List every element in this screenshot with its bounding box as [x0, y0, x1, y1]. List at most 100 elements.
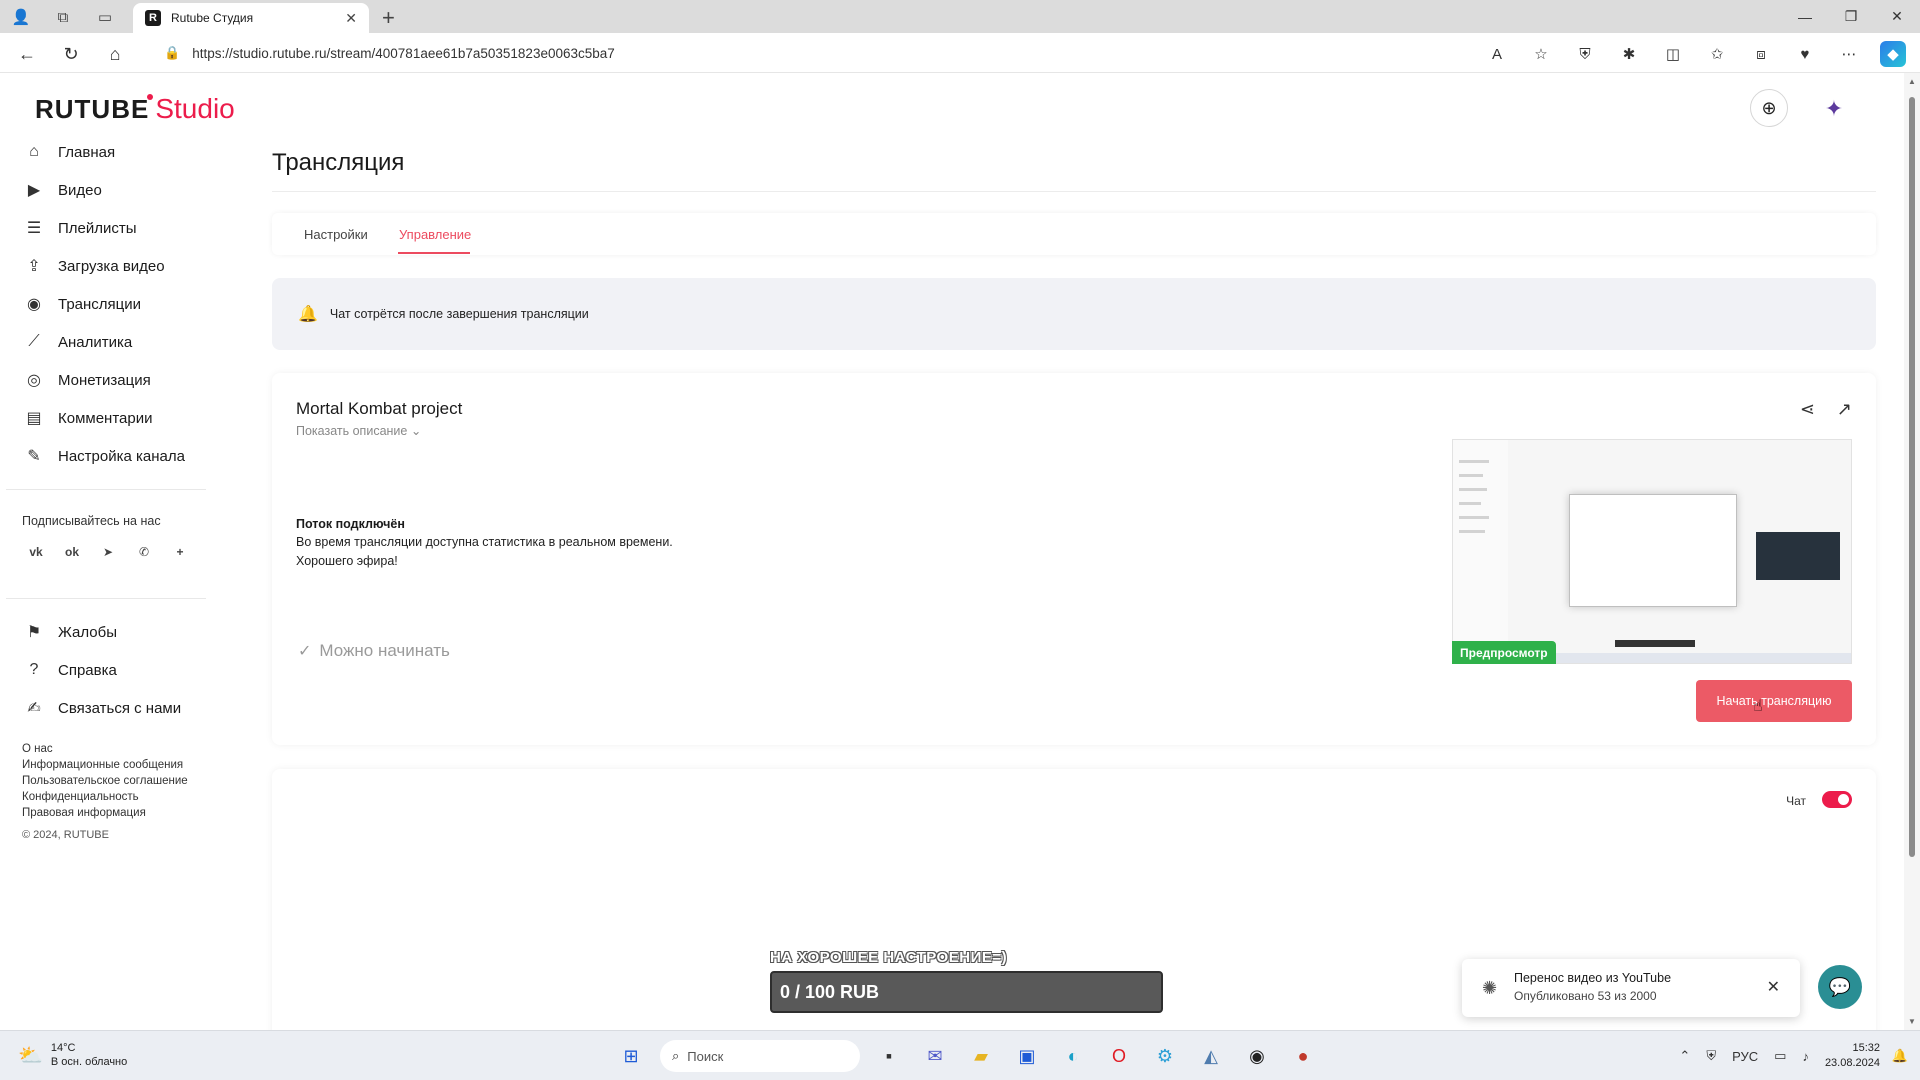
browser-tab-title: Rutube Студия — [171, 11, 254, 25]
close-icon[interactable]: ✕ — [1767, 977, 1780, 997]
opera-icon[interactable]: O — [1102, 1039, 1136, 1073]
workspaces-icon[interactable]: ⧉ — [52, 6, 74, 28]
store-icon[interactable]: ▣ — [1010, 1039, 1044, 1073]
rutube-studio-logo[interactable]: RUTUBE Studio — [35, 93, 235, 129]
scroll-up-icon[interactable]: ▲ — [1908, 77, 1916, 86]
rutube-studio-app: RUTUBE Studio ⊕ ✦ ⌂ Главная ▶ Видео ☰ Пл… — [0, 73, 1904, 1030]
clock[interactable]: 15:32 23.08.2024 — [1825, 1041, 1880, 1071]
browser-tab-active[interactable]: R Rutube Студия ✕ — [133, 3, 369, 33]
settings-gear-icon[interactable]: ⚙ — [1148, 1039, 1182, 1073]
scrollbar-thumb[interactable] — [1909, 97, 1915, 857]
chat-toggle[interactable] — [1822, 791, 1852, 808]
support-chat-button[interactable]: 💬 — [1818, 965, 1862, 1009]
toast-subtitle: Опубликовано 53 из 2000 — [1514, 989, 1657, 1003]
add-content-button[interactable]: ⊕ — [1750, 89, 1788, 127]
preview-mini-line — [1459, 502, 1481, 505]
lock-icon[interactable]: 🔒 — [164, 45, 180, 61]
tab-actions-icon[interactable]: ▭ — [94, 6, 116, 28]
avatar[interactable]: ✦ — [1814, 89, 1854, 129]
read-aloud-icon[interactable]: A — [1484, 41, 1510, 67]
more-social-icon[interactable]: + — [170, 542, 190, 562]
flag-icon: ⚑ — [26, 624, 42, 641]
close-tab-icon[interactable]: ✕ — [345, 10, 357, 27]
scroll-down-icon[interactable]: ▼ — [1908, 1017, 1916, 1026]
favorites-icon[interactable]: ✩ — [1704, 41, 1730, 67]
ready-label: Можно начинать — [319, 641, 450, 660]
donation-goal-bar: 0 / 100 RUB — [770, 971, 1163, 1013]
sidebar-item-complaints[interactable]: ⚑ Жалобы — [0, 613, 225, 651]
preview-mini-line — [1459, 488, 1487, 491]
browser-essentials-icon[interactable]: ♥ — [1792, 41, 1818, 67]
sidebar-item-contact[interactable]: ✍ Связаться с нами — [0, 689, 225, 727]
footer-link[interactable]: Правовая информация — [22, 805, 225, 821]
home-browser-icon[interactable]: ⌂ — [102, 41, 128, 67]
copilot-icon[interactable]: ◆ — [1880, 41, 1906, 67]
vk-icon[interactable]: vk — [26, 542, 46, 562]
file-explorer-icon[interactable]: ▰ — [964, 1039, 998, 1073]
restore-icon[interactable]: ❐ — [1828, 0, 1874, 33]
obs-icon[interactable]: ◉ — [1240, 1039, 1274, 1073]
sidebar-item-video[interactable]: ▶ Видео — [0, 171, 225, 209]
footer-link[interactable]: О нас — [22, 741, 225, 757]
edge-icon[interactable]: ◐ — [1056, 1039, 1090, 1073]
notifications-icon[interactable]: 🔔 — [1892, 1048, 1908, 1064]
tab-settings[interactable]: Настройки — [304, 227, 368, 242]
footer-link[interactable]: Пользовательское соглашение — [22, 773, 225, 789]
start-broadcast-button[interactable]: Начать трансляцию — [1696, 680, 1852, 722]
logo-sub: Studio — [155, 93, 235, 124]
tab-management[interactable]: Управление — [399, 227, 471, 242]
footer-link[interactable]: Конфиденциальность — [22, 789, 225, 805]
task-view-icon[interactable]: ▪ — [872, 1039, 906, 1073]
ready-status: ✓ Можно начинать — [298, 641, 450, 661]
preview-mini-line — [1459, 474, 1483, 477]
volume-icon[interactable]: ♪ — [1802, 1049, 1809, 1064]
ok-icon[interactable]: ok — [62, 542, 82, 562]
viber-icon[interactable]: ✆ — [134, 542, 154, 562]
close-window-icon[interactable]: ✕ — [1874, 0, 1920, 33]
taskbar-search[interactable]: ⌕ Поиск — [660, 1040, 860, 1072]
teams-icon[interactable]: ✉ — [918, 1039, 952, 1073]
antivirus-icon[interactable]: ⛨ — [1706, 1048, 1716, 1064]
more-menu-icon[interactable]: ⋯ — [1836, 41, 1862, 67]
open-external-icon[interactable]: ↗ — [1837, 399, 1852, 420]
show-description-toggle[interactable]: Показать описание ⌄ — [296, 423, 421, 438]
new-tab-icon[interactable]: + — [382, 5, 395, 31]
sidebar-item-help[interactable]: ? Справка — [0, 651, 225, 689]
collections-icon[interactable]: ⧈ — [1748, 41, 1774, 67]
split-screen-icon[interactable]: ◫ — [1660, 41, 1686, 67]
refresh-icon[interactable]: ↻ — [58, 41, 84, 67]
url-field[interactable]: 🔒 https://studio.rutube.ru/stream/400781… — [148, 38, 1548, 68]
minimize-icon[interactable]: — — [1782, 0, 1828, 33]
telegram-icon[interactable]: ➤ — [98, 542, 118, 562]
donation-amount: 0 / 100 RUB — [780, 981, 880, 1002]
footer-link[interactable]: Информационные сообщения — [22, 757, 225, 773]
back-icon[interactable]: ← — [14, 41, 40, 67]
sidebar-item-monetization[interactable]: ◎ Монетизация — [0, 361, 225, 399]
sidebar-item-analytics[interactable]: ⟋ Аналитика — [0, 323, 225, 361]
photos-icon[interactable]: ◭ — [1194, 1039, 1228, 1073]
sidebar-item-upload[interactable]: ⇪ Загрузка видео — [0, 247, 225, 285]
favorite-star-icon[interactable]: ☆ — [1528, 41, 1554, 67]
shield-icon[interactable]: ⛨ — [1572, 41, 1598, 67]
sidebar-item-label: Аналитика — [58, 333, 133, 351]
extensions-icon[interactable]: ✱ — [1616, 41, 1642, 67]
chevron-up-icon[interactable]: ⌃ — [1679, 1048, 1690, 1064]
sidebar-item-channel-settings[interactable]: ✎ Настройка канала — [0, 437, 225, 475]
sidebar-item-home[interactable]: ⌂ Главная — [0, 133, 225, 171]
contact-icon: ✍ — [27, 700, 41, 717]
windows-start-icon[interactable]: ⊞ — [614, 1039, 648, 1073]
profile-icon[interactable]: 👤 — [10, 6, 32, 28]
game-icon[interactable]: ● — [1286, 1039, 1320, 1073]
page-scrollbar[interactable]: ▲ ▼ — [1904, 73, 1920, 1030]
chat-toggle-label: Чат — [1786, 794, 1806, 808]
stream-preview[interactable] — [1452, 439, 1852, 664]
share-icon[interactable]: ⋖ — [1800, 399, 1815, 420]
sidebar-item-playlists[interactable]: ☰ Плейлисты — [0, 209, 225, 247]
sidebar-item-comments[interactable]: ▤ Комментарии — [0, 399, 225, 437]
clock-time: 15:32 — [1852, 1042, 1880, 1054]
weather-widget[interactable]: ⛅ 14°C В осн. облачно — [18, 1041, 127, 1069]
language-indicator[interactable]: РУС — [1732, 1049, 1758, 1064]
sidebar-item-broadcasts[interactable]: ◉ Трансляции — [0, 285, 225, 323]
network-icon[interactable]: ▭ — [1774, 1048, 1786, 1064]
sidebar-divider — [6, 489, 206, 490]
